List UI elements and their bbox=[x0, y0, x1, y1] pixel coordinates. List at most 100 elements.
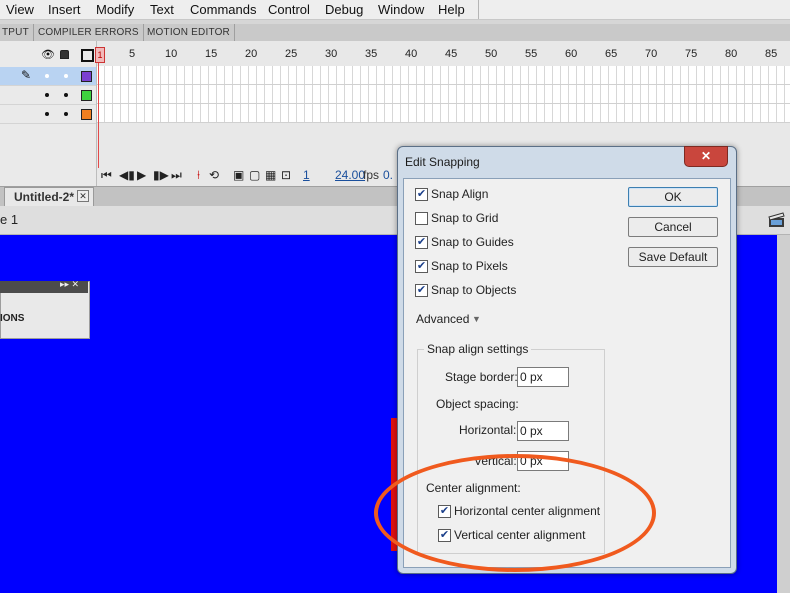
tab-output[interactable]: TPUT bbox=[0, 24, 34, 41]
menu-commands[interactable]: Commands bbox=[190, 2, 256, 17]
menu-modify[interactable]: Modify bbox=[96, 2, 134, 17]
ruler-tick-label: 75 bbox=[685, 48, 698, 60]
ruler-tick-label: 60 bbox=[565, 48, 578, 60]
layer-color-swatch[interactable] bbox=[81, 90, 92, 101]
layer-row[interactable] bbox=[0, 105, 96, 124]
ruler-tick-label: 10 bbox=[165, 48, 178, 60]
ruler-tick-label: 50 bbox=[485, 48, 498, 60]
horizontal-label: Horizontal: bbox=[459, 423, 517, 437]
layer-column: 👁 ✎ bbox=[0, 41, 97, 187]
ruler-tick-label: 65 bbox=[605, 48, 618, 60]
lock-dot[interactable] bbox=[64, 112, 68, 116]
stage-border-label: Stage border: bbox=[445, 370, 518, 384]
checkbox[interactable]: ✔ bbox=[415, 188, 428, 201]
layer-color-swatch[interactable] bbox=[81, 109, 92, 120]
ruler-tick-label: 20 bbox=[245, 48, 258, 60]
layer-row[interactable]: ✎ bbox=[0, 67, 96, 86]
checkbox-label: Snap to Guides bbox=[431, 235, 514, 249]
visibility-dot[interactable] bbox=[45, 112, 49, 116]
onion-skin-icon[interactable]: ▣ bbox=[233, 168, 244, 182]
menu-view[interactable]: View bbox=[6, 2, 34, 17]
ruler-tick-label: 30 bbox=[325, 48, 338, 60]
playhead[interactable]: 1 bbox=[95, 47, 105, 63]
last-frame-icon[interactable]: ⏭ bbox=[171, 168, 182, 183]
frame-row-divider bbox=[97, 122, 790, 123]
menu-control[interactable]: Control bbox=[268, 2, 310, 17]
checkbox[interactable]: ✔ bbox=[415, 284, 428, 297]
visibility-dot[interactable] bbox=[45, 93, 49, 97]
cancel-button[interactable]: Cancel bbox=[628, 217, 718, 237]
layer-row[interactable] bbox=[0, 86, 96, 105]
ok-button[interactable]: OK bbox=[628, 187, 718, 207]
horizontal-spacing-input[interactable] bbox=[517, 421, 569, 441]
visibility-dot[interactable] bbox=[45, 74, 49, 78]
menu-text[interactable]: Text bbox=[150, 2, 174, 17]
pasteboard bbox=[777, 235, 790, 593]
document-tab-label: Untitled-2* bbox=[14, 190, 74, 204]
checkbox-label: Snap to Grid bbox=[431, 211, 499, 225]
elapsed-time[interactable]: 0. bbox=[383, 168, 393, 182]
menu-insert[interactable]: Insert bbox=[48, 2, 81, 17]
frame-row-divider bbox=[97, 103, 790, 104]
ruler-tick-label: 40 bbox=[405, 48, 418, 60]
ruler-tick-label: 80 bbox=[725, 48, 738, 60]
current-frame[interactable]: 1 bbox=[303, 168, 310, 182]
frames-grid[interactable] bbox=[97, 66, 790, 122]
ruler-tick-label: 5 bbox=[129, 48, 136, 60]
lock-dot[interactable] bbox=[64, 74, 68, 78]
checkbox-label: Snap to Pixels bbox=[431, 259, 508, 273]
onion-markers-icon[interactable]: ⊡ bbox=[281, 168, 291, 182]
frame-rate[interactable]: 24.00 bbox=[335, 168, 365, 182]
menu-debug[interactable]: Debug bbox=[325, 2, 363, 17]
advanced-toggle[interactable]: Advanced bbox=[416, 312, 469, 326]
step-back-icon[interactable]: ◀▮ bbox=[119, 168, 135, 182]
checkbox-label: Snap to Objects bbox=[431, 283, 517, 297]
outline-icon[interactable] bbox=[81, 49, 94, 62]
checkbox[interactable]: ✔ bbox=[415, 260, 428, 273]
stage-border-input[interactable] bbox=[517, 367, 569, 387]
first-frame-icon[interactable]: ⏮ bbox=[101, 168, 112, 183]
menu-separator bbox=[478, 0, 479, 19]
ruler-tick-label: 15 bbox=[205, 48, 218, 60]
checkbox-label: Snap Align bbox=[431, 187, 489, 201]
tab-motion-editor[interactable]: MOTION EDITOR bbox=[143, 24, 235, 41]
ruler-tick-label: 25 bbox=[285, 48, 298, 60]
lock-dot[interactable] bbox=[64, 93, 68, 97]
checkbox[interactable] bbox=[415, 212, 428, 225]
checkbox[interactable]: ✔ bbox=[415, 236, 428, 249]
group-title: Snap align settings bbox=[424, 342, 532, 356]
lock-icon[interactable] bbox=[60, 50, 69, 59]
tab-compiler-errors[interactable]: COMPILER ERRORS bbox=[34, 24, 144, 41]
eye-icon[interactable]: 👁 bbox=[41, 48, 55, 61]
ruler-tick-label: 55 bbox=[525, 48, 538, 60]
edit-multiple-icon[interactable]: ▦ bbox=[265, 168, 276, 182]
dialog-title: Edit Snapping bbox=[405, 155, 480, 169]
step-forward-icon[interactable]: ▮▶ bbox=[153, 168, 169, 182]
ruler-tick-label: 70 bbox=[645, 48, 658, 60]
loop-icon[interactable]: ⟲ bbox=[209, 168, 219, 182]
center-frame-icon[interactable]: ⍿ bbox=[197, 168, 200, 183]
pencil-icon: ✎ bbox=[21, 68, 32, 82]
menu-window[interactable]: Window bbox=[378, 2, 424, 17]
clapperboard-icon[interactable] bbox=[768, 212, 786, 228]
object-spacing-label: Object spacing: bbox=[436, 397, 519, 411]
scene-label[interactable]: e 1 bbox=[0, 212, 18, 227]
dialog-close-button[interactable]: ✕ bbox=[684, 146, 728, 167]
chevron-down-icon[interactable]: ▼ bbox=[472, 314, 481, 324]
menu-help[interactable]: Help bbox=[438, 2, 465, 17]
floating-panel-header[interactable]: ▸▸ ✕ bbox=[0, 279, 88, 293]
fps-label: fps bbox=[363, 168, 380, 182]
close-icon[interactable]: ✕ bbox=[77, 190, 89, 202]
play-icon[interactable]: ▶ bbox=[137, 168, 146, 182]
playhead-line bbox=[98, 48, 99, 168]
layer-color-swatch[interactable] bbox=[81, 71, 92, 82]
panel-menu-icon[interactable]: ▸▸ ✕ bbox=[60, 279, 79, 290]
ruler-tick-label: 35 bbox=[365, 48, 378, 60]
frame-row-divider bbox=[97, 84, 790, 85]
onion-outline-icon[interactable]: ▢ bbox=[249, 168, 260, 182]
ruler-tick-label: 85 bbox=[765, 48, 778, 60]
panel-tabs: TPUT COMPILER ERRORS MOTION EDITOR bbox=[0, 24, 790, 42]
menu-bar: View Insert Modify Text Commands Control… bbox=[0, 0, 790, 20]
ruler-tick-label: 45 bbox=[445, 48, 458, 60]
save-default-button[interactable]: Save Default bbox=[628, 247, 718, 267]
